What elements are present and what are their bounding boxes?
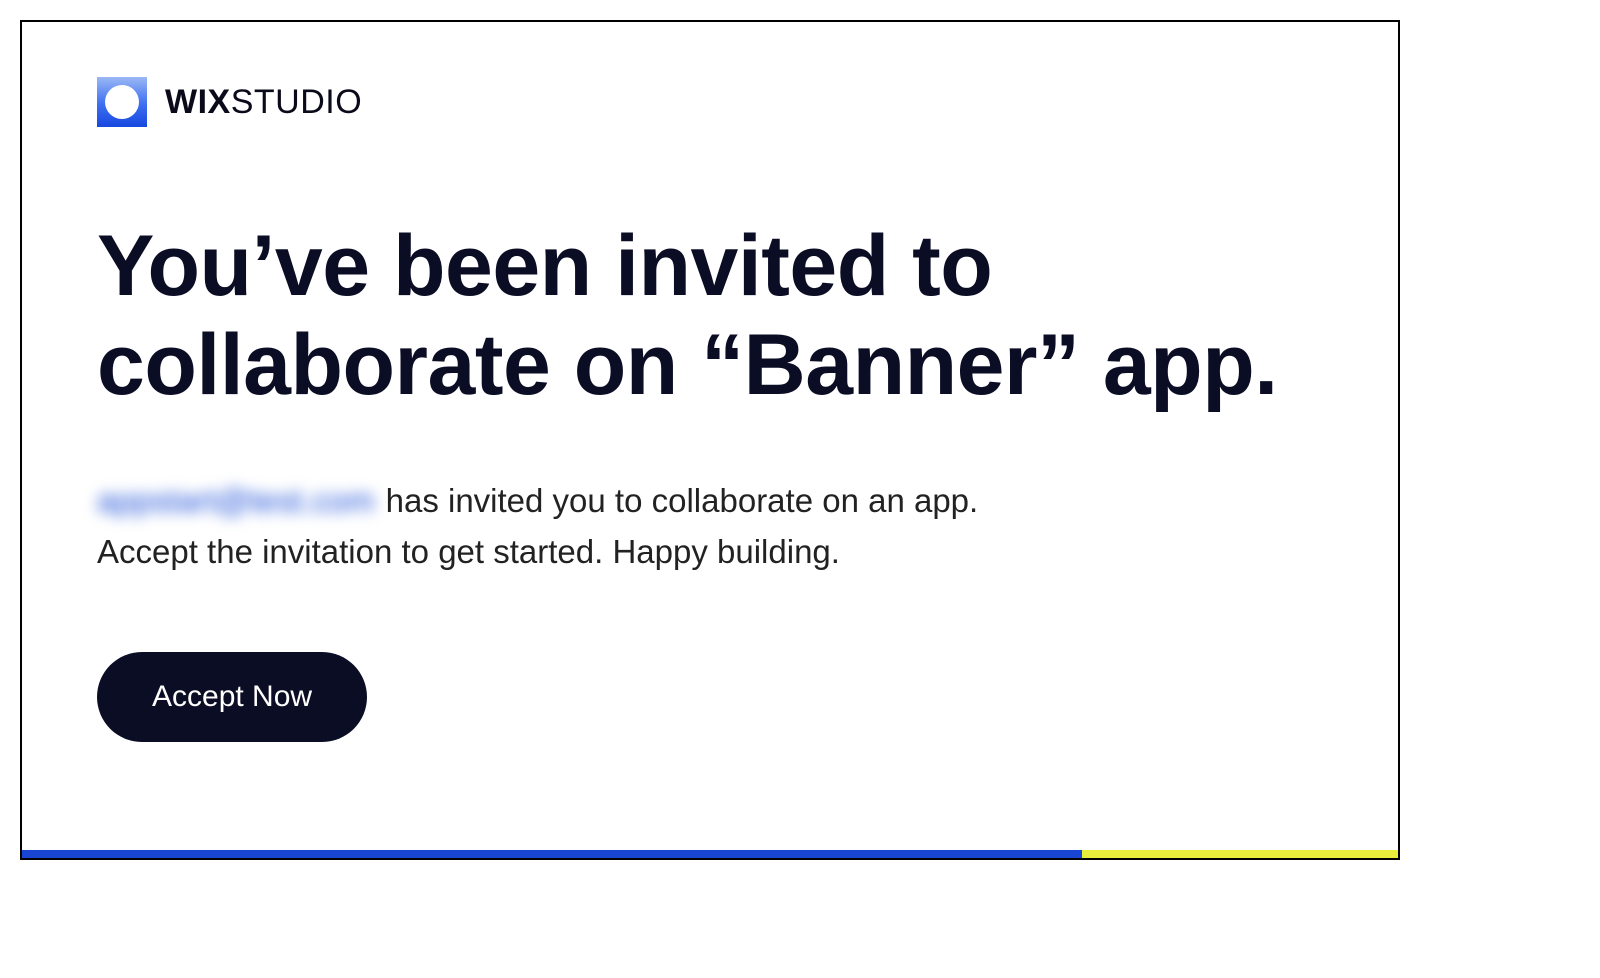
- invitation-body: appstart@test.com has invited you to col…: [97, 475, 1323, 577]
- logo-circle-icon: [105, 85, 139, 119]
- sender-email: appstart@test.com: [97, 475, 374, 526]
- body-line1-tail: has invited you to collaborate on an app…: [376, 482, 978, 519]
- wix-studio-logo-icon: [97, 77, 147, 127]
- footer-bar-blue: [22, 850, 1082, 858]
- footer-bar-yellow: [1082, 850, 1398, 858]
- logo-brand-light: STUDIO: [231, 83, 362, 121]
- logo-row: WIXSTUDIO: [97, 77, 1323, 127]
- footer-accent-bar: [22, 850, 1398, 858]
- invitation-email-card: WIXSTUDIO You’ve been invited to collabo…: [20, 20, 1400, 860]
- logo-brand-bold: WIX: [165, 83, 231, 121]
- logo-text: WIXSTUDIO: [165, 83, 362, 122]
- body-line2: Accept the invitation to get started. Ha…: [97, 533, 840, 570]
- accept-now-label: Accept Now: [152, 680, 312, 714]
- invitation-headline: You’ve been invited to collaborate on “B…: [97, 217, 1323, 415]
- accept-now-button[interactable]: Accept Now: [97, 652, 367, 742]
